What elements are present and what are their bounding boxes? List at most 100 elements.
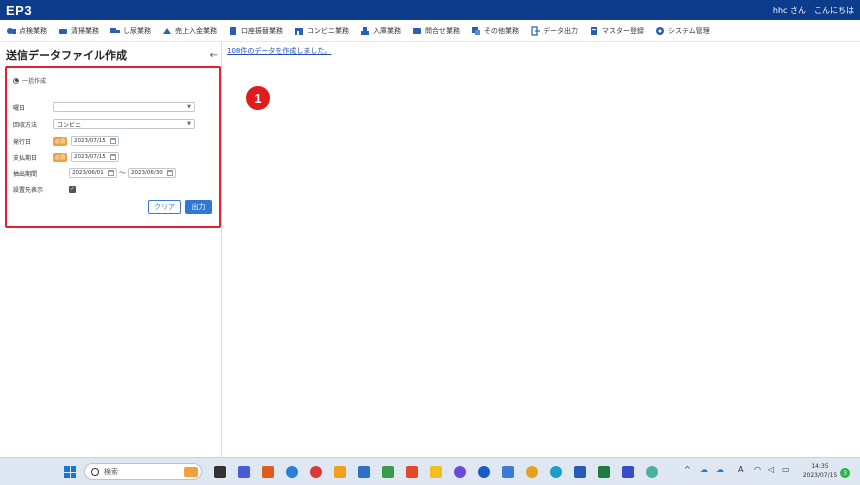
search-placeholder: 検索: [104, 467, 118, 476]
period-to-input[interactable]: 2023/06/30: [128, 168, 176, 178]
output-button[interactable]: 出力: [185, 200, 212, 214]
clear-button[interactable]: クリア: [148, 200, 181, 214]
issue-date-input[interactable]: 2023/07/15: [71, 136, 119, 146]
inquiry-icon: [412, 26, 422, 36]
period-from-value: 2023/06/01: [72, 170, 104, 176]
volume-icon[interactable]: ◁: [768, 465, 774, 474]
menu-item-warehouse[interactable]: 入庫業務: [360, 26, 401, 36]
issue-date-value: 2023/07/15: [74, 138, 106, 144]
menu-label: 入庫業務: [373, 26, 401, 35]
teams-icon[interactable]: [238, 466, 250, 478]
bank-icon: [228, 26, 238, 36]
app-icon[interactable]: [478, 466, 490, 478]
windows-start-icon[interactable]: [64, 466, 76, 478]
excel-icon[interactable]: [598, 466, 610, 478]
app-title[interactable]: EP3: [6, 3, 32, 18]
mail-icon[interactable]: [358, 466, 370, 478]
menu-label: システム管理: [668, 26, 710, 35]
skype-icon[interactable]: [286, 466, 298, 478]
calendar-icon[interactable]: [110, 154, 116, 160]
show-completed-label: 設置先表示: [13, 186, 44, 194]
app-icon[interactable]: [454, 466, 466, 478]
word-icon[interactable]: [574, 466, 586, 478]
edge-icon[interactable]: [550, 466, 562, 478]
collapse-arrow-icon[interactable]: ←: [210, 50, 218, 61]
weekday-label: 曜日: [13, 104, 26, 112]
user-name[interactable]: hhc さん: [773, 5, 806, 16]
user-area: hhc さん こんにちは: [773, 5, 854, 16]
wifi-icon[interactable]: ◠: [754, 465, 761, 474]
menu-item-export[interactable]: データ出力: [530, 25, 578, 36]
ime-indicator[interactable]: A: [738, 465, 743, 474]
step-marker: 1: [246, 86, 270, 110]
store-icon: [294, 26, 304, 36]
truck-icon: [110, 26, 120, 36]
method-label: 回収方法: [13, 121, 38, 129]
app-icon[interactable]: [382, 466, 394, 478]
app-icon[interactable]: [406, 466, 418, 478]
cloud-icon[interactable]: ☁: [716, 465, 724, 474]
export-icon: [530, 25, 540, 36]
windows-taskbar: 検索 ^ ☁ ☁ A ◠ ◁ ▭ 14:35 2023/07/15 3: [0, 457, 860, 485]
menu-label: 点検業務: [19, 26, 47, 35]
weekday-select[interactable]: ▼: [53, 102, 195, 112]
task-view-icon[interactable]: [214, 466, 226, 478]
taskbar-clock[interactable]: 14:35 2023/07/15: [800, 462, 840, 480]
period-to-value: 2023/06/30: [131, 170, 163, 176]
calendar-icon[interactable]: [167, 170, 173, 176]
chrome-icon[interactable]: [526, 466, 538, 478]
search-icon: [91, 467, 99, 476]
method-value: コンビニ: [57, 121, 82, 129]
menu-label: 口座振替業務: [241, 26, 283, 35]
notification-badge[interactable]: 3: [840, 468, 850, 478]
menu-item-master[interactable]: マスター登録: [589, 26, 644, 36]
tray-chevron-up-icon[interactable]: ^: [684, 465, 691, 474]
period-separator: 〜: [119, 169, 126, 177]
menu-item-sales[interactable]: 売上入金業務: [162, 26, 217, 36]
calendar-icon[interactable]: [108, 170, 114, 176]
search-highlight-icon: [184, 466, 198, 477]
taskbar-search[interactable]: 検索: [84, 463, 202, 480]
app-icon[interactable]: [622, 466, 634, 478]
period-label: 抽出期間: [13, 170, 38, 178]
calendar-icon[interactable]: [110, 138, 116, 144]
screen: EP3 hhc さん こんにちは 点検業務 清掃業務 し尿業務 売上入金業務 口…: [0, 0, 860, 485]
menu-label: 売上入金業務: [175, 26, 217, 35]
menu-label: 問合せ業務: [425, 26, 460, 35]
weekday-row: 曜日 ▼: [13, 101, 195, 113]
menu-item-other[interactable]: その他業務: [471, 26, 519, 36]
menu-item-inquiry[interactable]: 問合せ業務: [412, 26, 460, 36]
battery-icon[interactable]: ▭: [782, 465, 790, 474]
due-date-input[interactable]: 2023/07/15: [71, 152, 119, 162]
bulk-create-option[interactable]: 一括作成: [13, 76, 46, 85]
page-title-row: 送信データファイル作成 ←: [6, 47, 218, 63]
app-icon[interactable]: [646, 466, 658, 478]
menu-item-system[interactable]: システム管理: [655, 26, 710, 36]
due-date-value: 2023/07/15: [74, 154, 106, 160]
cloud-icon[interactable]: ☁: [700, 465, 708, 474]
radio-icon[interactable]: [13, 77, 19, 84]
menu-label: コンビニ業務: [307, 26, 349, 35]
menu-item-convenience[interactable]: コンビニ業務: [294, 26, 349, 36]
bulk-create-label: 一括作成: [22, 78, 47, 85]
method-select[interactable]: コンビニ ▼: [53, 119, 195, 129]
app-icon[interactable]: [310, 466, 322, 478]
result-message-link[interactable]: 108件のデータを作成しました。: [227, 46, 331, 56]
chevron-down-icon: ▼: [187, 121, 191, 127]
show-completed-checkbox[interactable]: ✓: [69, 185, 76, 193]
chevron-down-icon: ▼: [187, 104, 191, 110]
menu-item-transfer[interactable]: 口座振替業務: [228, 26, 283, 36]
menu-item-cleaning[interactable]: 清掃業務: [58, 26, 99, 36]
app-icon[interactable]: [502, 466, 514, 478]
master-icon: [589, 26, 599, 36]
other-icon: [471, 26, 481, 36]
search-tool-icon[interactable]: [334, 466, 346, 478]
main-menu: 点検業務 清掃業務 し尿業務 売上入金業務 口座振替業務 コンビニ業務 入庫業務: [0, 20, 860, 42]
app-icon[interactable]: [262, 466, 274, 478]
menu-item-inspection[interactable]: 点検業務: [6, 26, 47, 36]
folder-icon[interactable]: [430, 466, 442, 478]
menu-item-sewage[interactable]: し尿業務: [110, 26, 151, 36]
period-from-input[interactable]: 2023/06/01: [69, 168, 117, 178]
menu-label: 清掃業務: [71, 26, 99, 35]
menu-label: データ出力: [543, 26, 578, 35]
